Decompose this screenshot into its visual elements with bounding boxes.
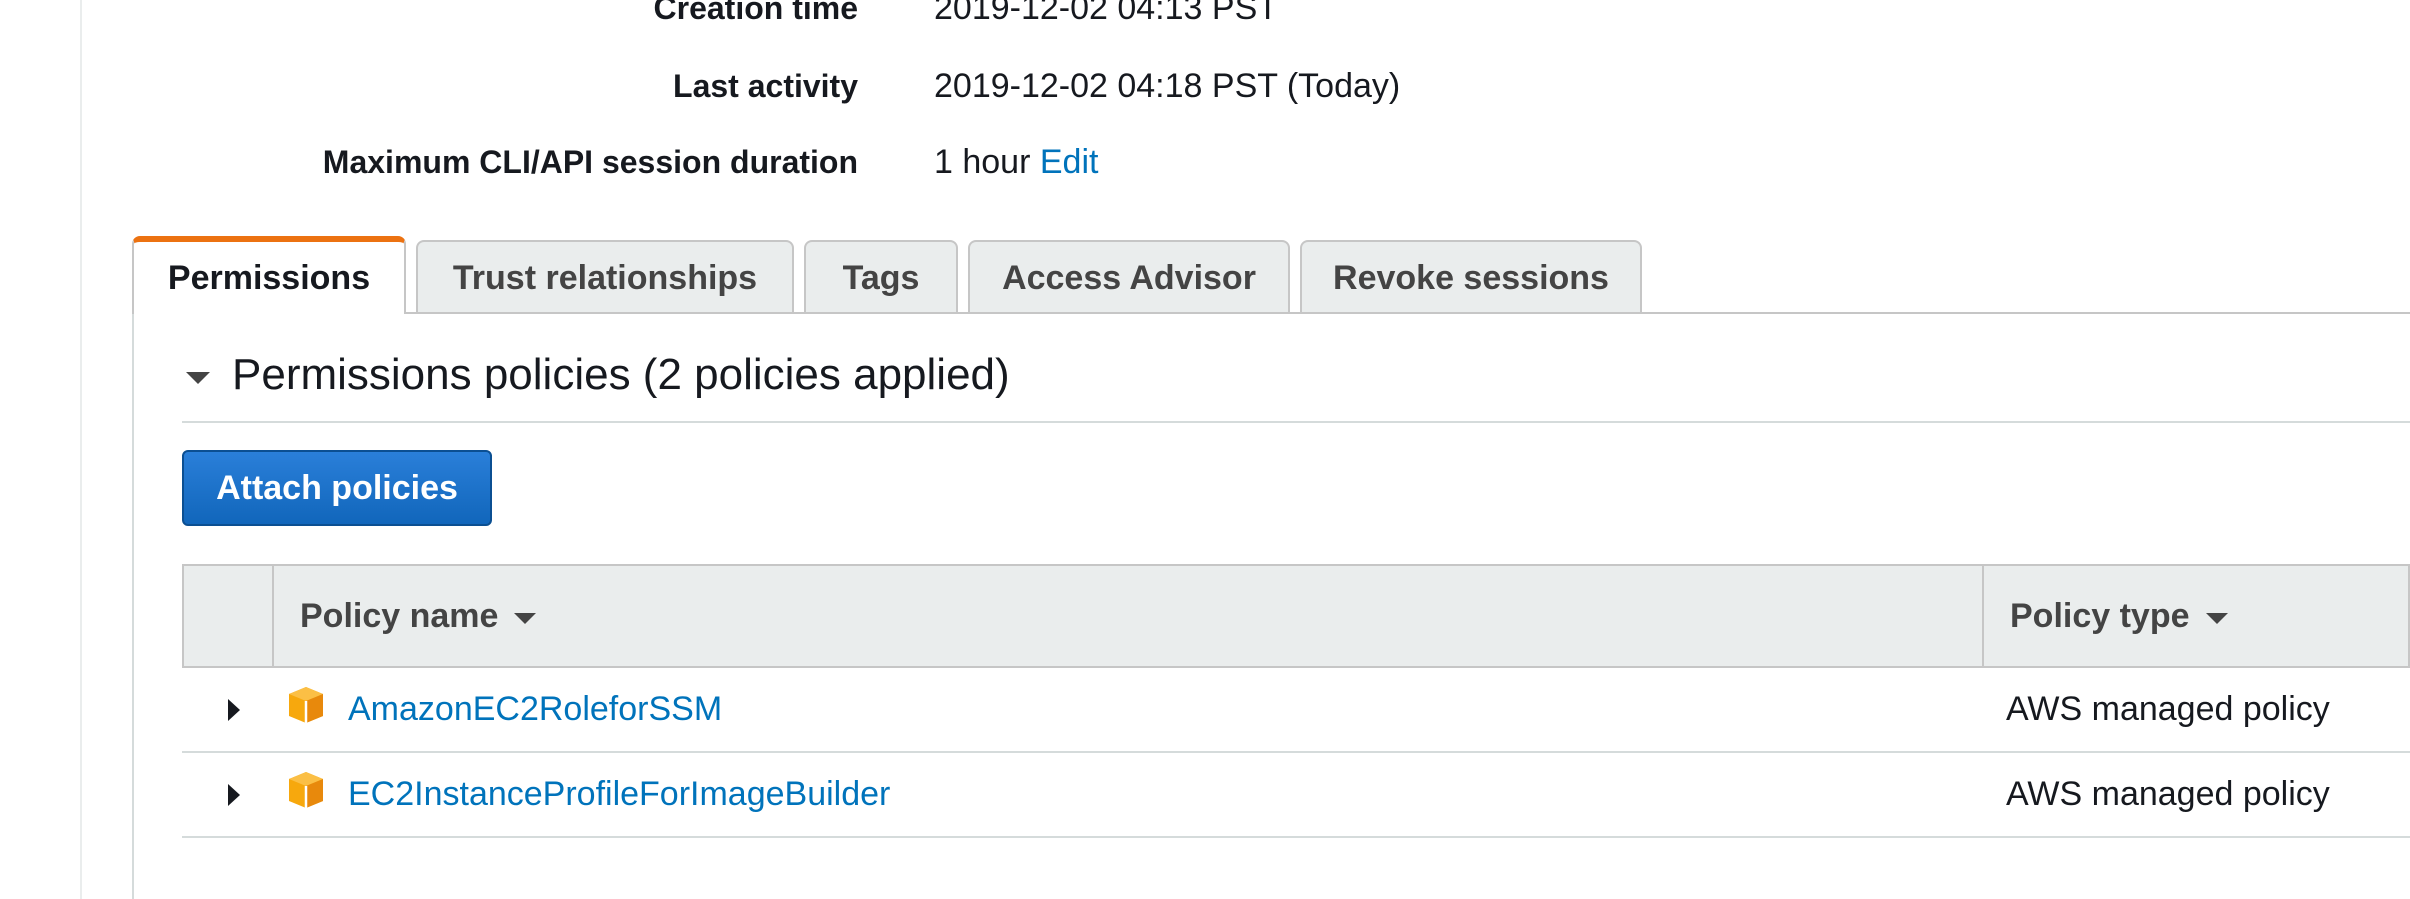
navigation-rail-divider (80, 0, 82, 899)
caret-right-icon (228, 698, 240, 721)
policy-type-cell: AWS managed policy (2006, 690, 2330, 728)
column-header-policy-name-label: Policy name (300, 596, 499, 635)
sort-caret-down-icon (2205, 612, 2228, 624)
role-tabs: Permissions Trust relationships Tags Acc… (132, 236, 1652, 314)
creation-time-label: Creation time (653, 0, 858, 26)
caret-down-icon (186, 372, 210, 384)
column-header-policy-type-label: Policy type (2010, 596, 2190, 635)
summary-row-last-activity: Last activity 2019-12-02 04:18 PST (Toda… (0, 62, 2410, 110)
column-header-policy-name[interactable]: Policy name (274, 566, 1984, 666)
tab-permissions[interactable]: Permissions (132, 236, 406, 314)
edit-session-duration-link[interactable]: Edit (1040, 143, 1099, 181)
tab-panel-border (132, 314, 134, 899)
last-activity-value: 2019-12-02 04:18 PST (Today) (934, 66, 1401, 105)
attach-policies-button-label: Attach policies (216, 468, 458, 507)
summary-row-max-session: Maximum CLI/API session duration 1 hour … (0, 138, 2410, 186)
table-header: Policy name Policy type (182, 564, 2410, 668)
policies-table: Policy name Policy type AmazonEC2Rolefor… (182, 564, 2410, 838)
policy-type-cell: AWS managed policy (2006, 775, 2330, 813)
tab-access-advisor-label: Access Advisor (1002, 258, 1256, 297)
expand-column-header (184, 566, 274, 666)
max-session-duration-label: Maximum CLI/API session duration (322, 143, 858, 180)
attach-policies-button[interactable]: Attach policies (182, 450, 492, 526)
summary-row-creation-time: Creation time 2019-12-02 04:13 PST (0, 0, 2410, 32)
tab-tags[interactable]: Tags (804, 240, 958, 314)
last-activity-label: Last activity (673, 67, 858, 104)
policy-name-cell: AmazonEC2RoleforSSM (270, 686, 1980, 729)
max-session-duration-value: 1 hour Edit (934, 143, 1098, 182)
policy-name-link[interactable]: AmazonEC2RoleforSSM (348, 690, 722, 729)
tab-tags-label: Tags (842, 258, 920, 297)
tab-access-advisor[interactable]: Access Advisor (968, 240, 1290, 314)
expand-row-toggle[interactable] (182, 698, 270, 721)
caret-right-icon (228, 783, 240, 806)
aws-managed-policy-cube-icon (289, 771, 323, 808)
sort-caret-down-icon (514, 612, 537, 624)
max-session-duration-text: 1 hour (934, 142, 1031, 181)
permissions-policies-section-toggle[interactable]: Permissions policies (2 policies applied… (186, 350, 1010, 400)
tab-revoke-sessions-label: Revoke sessions (1333, 258, 1609, 297)
tab-permissions-label: Permissions (167, 258, 371, 297)
policy-name-link[interactable]: EC2InstanceProfileForImageBuilder (348, 775, 890, 814)
role-summary-page: Creation time 2019-12-02 04:13 PST Last … (0, 0, 2410, 899)
aws-managed-policy-cube-icon (289, 686, 323, 723)
expand-row-toggle[interactable] (182, 783, 270, 806)
tab-trust-relationships-label: Trust relationships (452, 258, 758, 297)
table-row: AmazonEC2RoleforSSM AWS managed policy (182, 668, 2410, 753)
policy-name-cell: EC2InstanceProfileForImageBuilder (270, 771, 1980, 814)
tab-bar-divider (404, 312, 2410, 314)
table-row: EC2InstanceProfileForImageBuilder AWS ma… (182, 753, 2410, 838)
tab-revoke-sessions[interactable]: Revoke sessions (1300, 240, 1642, 314)
tab-trust-relationships[interactable]: Trust relationships (416, 240, 794, 314)
permissions-policies-title: Permissions policies (2 policies applied… (232, 350, 1010, 399)
column-header-policy-type[interactable]: Policy type (1984, 566, 2408, 666)
creation-time-value: 2019-12-02 04:13 PST (934, 0, 1279, 27)
section-divider (182, 421, 2410, 423)
